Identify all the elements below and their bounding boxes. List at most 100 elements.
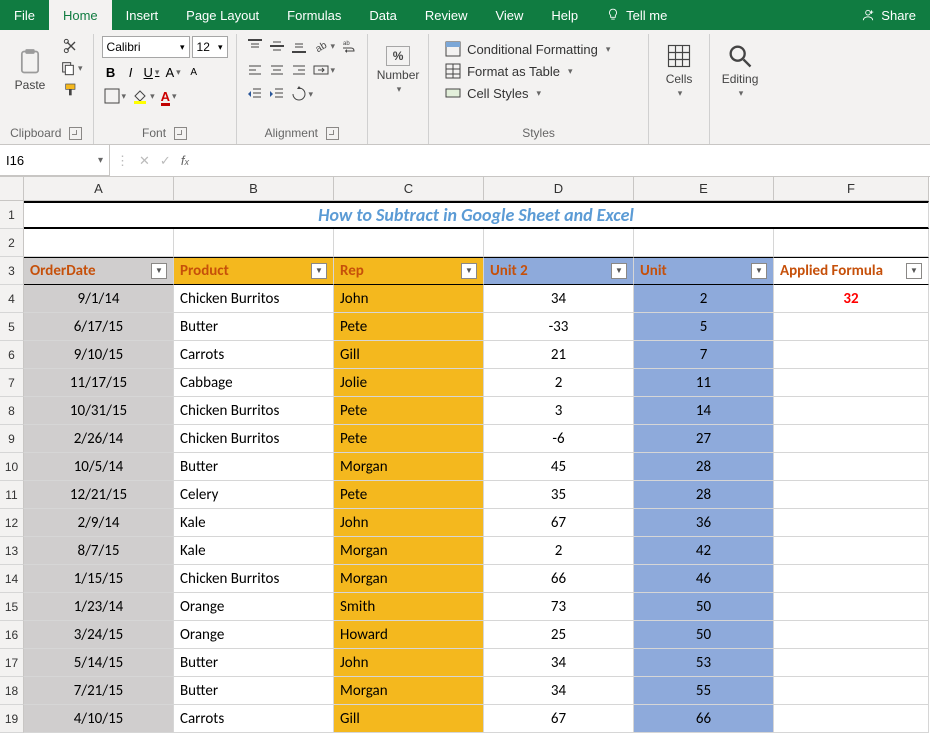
font-name-combo[interactable]: Calibri▾ bbox=[102, 36, 190, 58]
tab-help[interactable]: Help bbox=[537, 0, 592, 30]
cell[interactable] bbox=[774, 509, 929, 537]
border-button[interactable] bbox=[102, 86, 129, 106]
cell[interactable] bbox=[774, 229, 929, 257]
filter-button[interactable]: ▼ bbox=[751, 263, 767, 279]
cell[interactable]: Morgan bbox=[334, 565, 484, 593]
cell[interactable]: 67 bbox=[484, 705, 634, 733]
cell[interactable]: 9/10/15 bbox=[24, 341, 174, 369]
cell[interactable]: 28 bbox=[634, 453, 774, 481]
font-dialog-launcher[interactable] bbox=[174, 127, 187, 140]
cell[interactable]: Morgan bbox=[334, 453, 484, 481]
cell[interactable]: 7/21/15 bbox=[24, 677, 174, 705]
row-header[interactable]: 1 bbox=[0, 201, 24, 229]
cell[interactable]: Cabbage bbox=[174, 369, 334, 397]
cell[interactable]: 3 bbox=[484, 397, 634, 425]
cell[interactable] bbox=[774, 705, 929, 733]
formula-input[interactable] bbox=[195, 145, 930, 176]
cell[interactable]: 2 bbox=[634, 285, 774, 313]
cell[interactable]: 35 bbox=[484, 481, 634, 509]
tab-insert[interactable]: Insert bbox=[112, 0, 173, 30]
cell[interactable]: 12/21/15 bbox=[24, 481, 174, 509]
cell[interactable]: Orange bbox=[174, 621, 334, 649]
cell[interactable] bbox=[334, 229, 484, 257]
cell[interactable] bbox=[774, 313, 929, 341]
cell[interactable]: Chicken Burritos bbox=[174, 285, 334, 313]
increase-indent-button[interactable] bbox=[267, 84, 287, 104]
table-header-unit-2[interactable]: Unit 2▼ bbox=[484, 257, 634, 285]
cell[interactable]: 10/31/15 bbox=[24, 397, 174, 425]
row-header[interactable]: 4 bbox=[0, 285, 24, 313]
cell[interactable]: 2 bbox=[484, 537, 634, 565]
cell[interactable]: 2/9/14 bbox=[24, 509, 174, 537]
row-header[interactable]: 2 bbox=[0, 229, 24, 257]
cell-styles-button[interactable]: Cell Styles bbox=[441, 82, 614, 104]
font-color-button[interactable]: A bbox=[159, 86, 179, 106]
cell[interactable]: 2 bbox=[484, 369, 634, 397]
col-header-D[interactable]: D bbox=[484, 177, 634, 201]
cell[interactable]: 7 bbox=[634, 341, 774, 369]
cell[interactable]: 34 bbox=[484, 677, 634, 705]
cell[interactable]: Smith bbox=[334, 593, 484, 621]
row-header[interactable]: 9 bbox=[0, 425, 24, 453]
cell[interactable] bbox=[774, 341, 929, 369]
align-bottom-button[interactable] bbox=[289, 36, 309, 56]
row-header[interactable]: 12 bbox=[0, 509, 24, 537]
cell[interactable] bbox=[774, 565, 929, 593]
cell[interactable]: 4/10/15 bbox=[24, 705, 174, 733]
cell[interactable]: John bbox=[334, 649, 484, 677]
enter-formula-icon[interactable]: ✓ bbox=[160, 153, 171, 169]
cell[interactable] bbox=[484, 229, 634, 257]
cell[interactable]: Carrots bbox=[174, 705, 334, 733]
cell[interactable]: 36 bbox=[634, 509, 774, 537]
row-header[interactable]: 10 bbox=[0, 453, 24, 481]
decrease-font-button[interactable]: A bbox=[185, 62, 203, 82]
cell[interactable]: Kale bbox=[174, 509, 334, 537]
cell[interactable] bbox=[774, 453, 929, 481]
fill-color-button[interactable] bbox=[130, 86, 157, 106]
cell[interactable]: Kale bbox=[174, 537, 334, 565]
cell[interactable] bbox=[774, 649, 929, 677]
tab-view[interactable]: View bbox=[481, 0, 537, 30]
table-header-applied-formula[interactable]: Applied Formula▼ bbox=[774, 257, 929, 285]
alignment-dialog-launcher[interactable] bbox=[326, 127, 339, 140]
cell[interactable]: Chicken Burritos bbox=[174, 565, 334, 593]
bold-button[interactable]: B bbox=[102, 62, 120, 82]
cancel-formula-icon[interactable]: ✕ bbox=[139, 153, 150, 169]
table-header-orderdate[interactable]: OrderDate▼ bbox=[24, 257, 174, 285]
cell[interactable]: 66 bbox=[634, 705, 774, 733]
row-header[interactable]: 14 bbox=[0, 565, 24, 593]
font-size-combo[interactable]: 12▾ bbox=[192, 36, 228, 58]
cell[interactable]: 53 bbox=[634, 649, 774, 677]
cells-button[interactable]: Cells bbox=[657, 36, 701, 104]
cell[interactable]: 1/15/15 bbox=[24, 565, 174, 593]
col-header-E[interactable]: E bbox=[634, 177, 774, 201]
filter-button[interactable]: ▼ bbox=[151, 263, 167, 279]
title-cell[interactable]: How to Subtract in Google Sheet and Exce… bbox=[24, 201, 929, 229]
share-button[interactable]: Share bbox=[847, 0, 930, 30]
cell[interactable] bbox=[24, 229, 174, 257]
cell[interactable]: 46 bbox=[634, 565, 774, 593]
cell[interactable] bbox=[634, 229, 774, 257]
cell[interactable]: 9/1/14 bbox=[24, 285, 174, 313]
cell[interactable]: Morgan bbox=[334, 537, 484, 565]
cell[interactable]: Butter bbox=[174, 677, 334, 705]
decrease-indent-button[interactable] bbox=[245, 84, 265, 104]
cell[interactable]: Gill bbox=[334, 341, 484, 369]
cell[interactable]: 50 bbox=[634, 593, 774, 621]
cell[interactable]: 34 bbox=[484, 285, 634, 313]
filter-button[interactable]: ▼ bbox=[611, 263, 627, 279]
cell[interactable]: Howard bbox=[334, 621, 484, 649]
cell[interactable]: 45 bbox=[484, 453, 634, 481]
cell[interactable] bbox=[774, 537, 929, 565]
cell[interactable]: 1/23/14 bbox=[24, 593, 174, 621]
tab-review[interactable]: Review bbox=[411, 0, 482, 30]
cell[interactable]: 34 bbox=[484, 649, 634, 677]
name-box[interactable]: I16▾ bbox=[0, 145, 110, 176]
cell[interactable]: Gill bbox=[334, 705, 484, 733]
cell[interactable]: Butter bbox=[174, 453, 334, 481]
cell[interactable] bbox=[774, 621, 929, 649]
underline-button[interactable]: U bbox=[142, 62, 162, 82]
col-header-A[interactable]: A bbox=[24, 177, 174, 201]
row-header[interactable]: 5 bbox=[0, 313, 24, 341]
row-header[interactable]: 6 bbox=[0, 341, 24, 369]
